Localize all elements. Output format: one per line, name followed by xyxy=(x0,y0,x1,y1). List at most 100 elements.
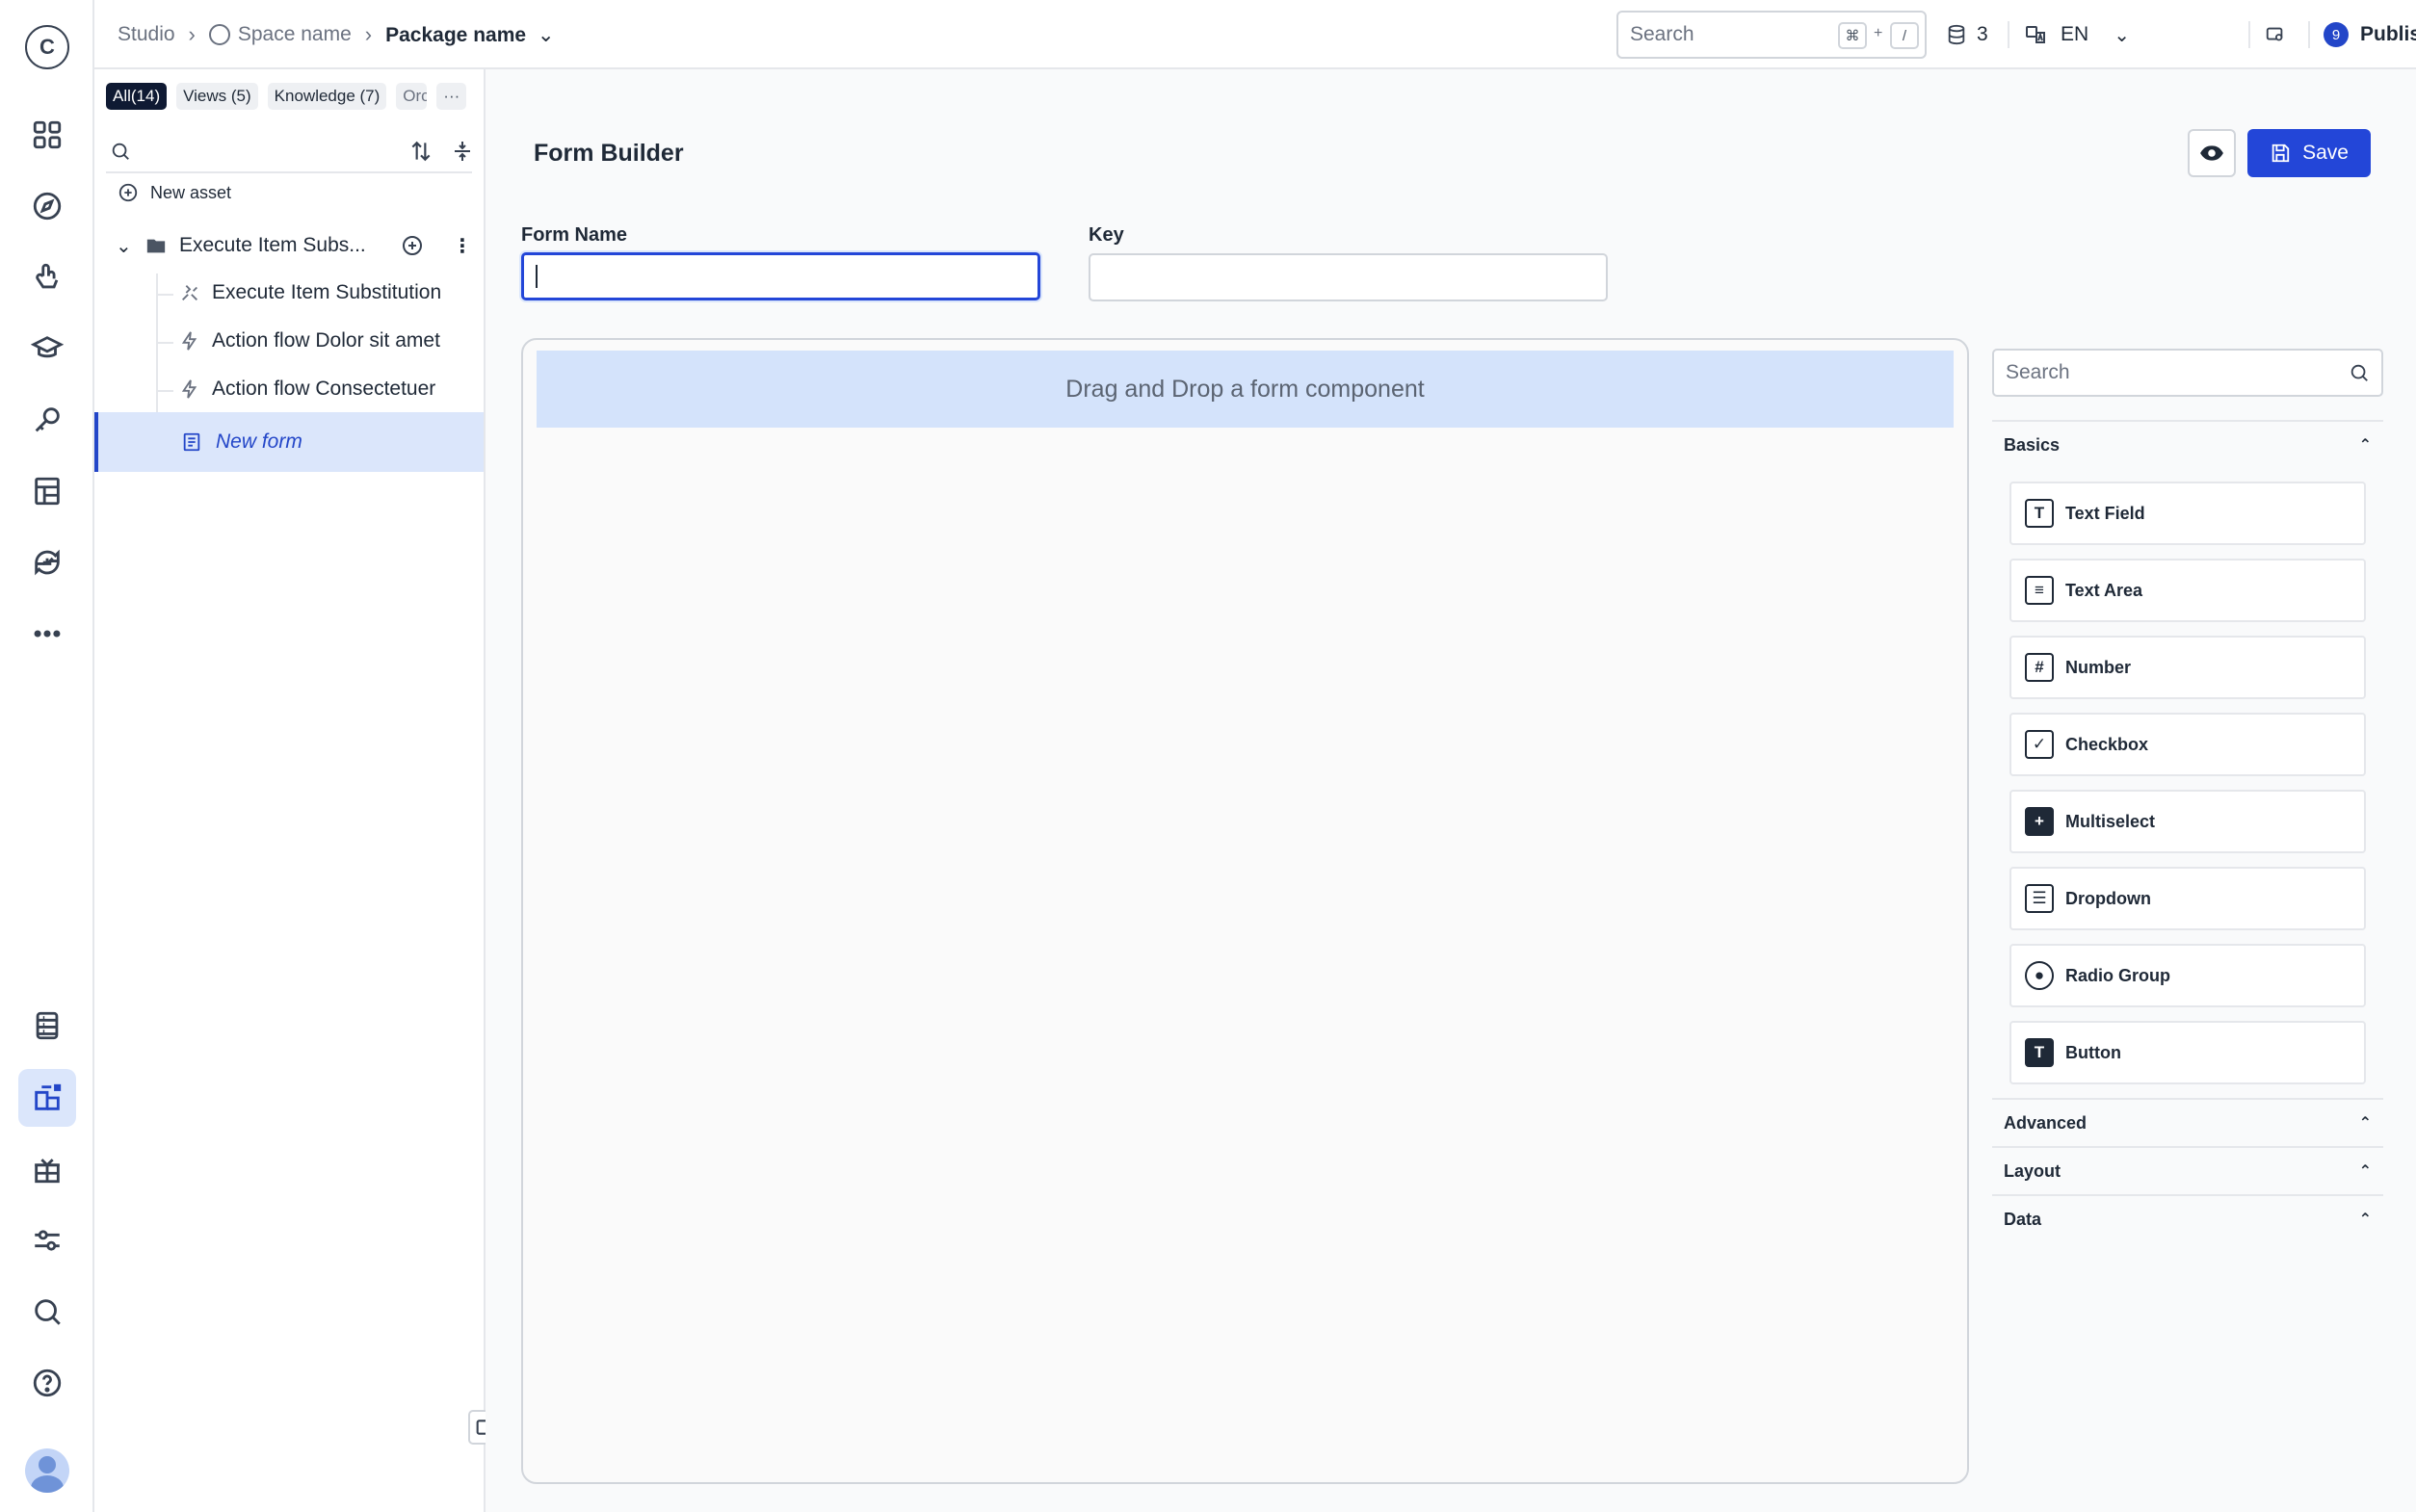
new-asset-button[interactable]: New asset xyxy=(94,169,484,216)
key-input[interactable] xyxy=(1089,253,1608,301)
form-name-input[interactable] xyxy=(521,252,1040,300)
sliders-icon xyxy=(35,1230,60,1251)
database-count: 3 xyxy=(1977,23,1988,45)
grid-icon xyxy=(33,120,62,149)
component-checkbox[interactable]: ✓ Checkbox xyxy=(2009,713,2366,776)
breadcrumb-space-label: Space name xyxy=(237,23,352,45)
rail-dashboard[interactable] xyxy=(18,106,76,164)
component-search-input[interactable]: Search xyxy=(1992,349,2383,397)
substitution-icon xyxy=(182,285,197,300)
tree-item-selected[interactable]: New form xyxy=(94,412,484,472)
component-label: Checkbox xyxy=(2065,734,2149,754)
user-avatar[interactable] xyxy=(25,1448,69,1493)
eye-icon xyxy=(2200,145,2223,161)
assets-icon xyxy=(35,1083,62,1110)
touch-icon xyxy=(36,263,59,289)
preview-button[interactable] xyxy=(2188,129,2236,177)
component-button[interactable]: T Button xyxy=(2009,1021,2366,1084)
breadcrumb-package[interactable]: Package name ⌄ xyxy=(385,23,554,47)
key-icon xyxy=(35,407,60,432)
breadcrumb-space[interactable]: Space name xyxy=(208,23,352,46)
section-data[interactable]: Data ⌃ xyxy=(1992,1194,2383,1242)
rail-more[interactable] xyxy=(18,605,76,663)
component-text-field[interactable]: T Text Field xyxy=(2009,482,2366,545)
chevron-right-icon: › xyxy=(364,22,373,46)
more-vertical-icon[interactable]: ⋮ xyxy=(453,234,472,258)
tab-knowledge[interactable]: Knowledge (7) xyxy=(267,83,387,110)
chevron-up-icon: ⌃ xyxy=(2358,1212,2372,1228)
database-count-button[interactable]: 3 xyxy=(1946,0,1988,69)
rail-interactions[interactable] xyxy=(18,248,76,306)
language-select[interactable]: EN ⌄ xyxy=(2024,0,2130,69)
tabs-more-button[interactable]: ··· xyxy=(436,83,467,110)
tree-folder[interactable]: ⌄ Execute Item Subs... ⋮ xyxy=(94,222,484,269)
button-icon: T xyxy=(2025,1038,2054,1067)
tab-orchestration[interactable]: Orc xyxy=(396,83,428,110)
chevron-up-icon: ⌃ xyxy=(2358,1163,2372,1180)
component-label: Dropdown xyxy=(2065,888,2151,908)
tree-item-label: New form xyxy=(216,430,302,453)
search-icon xyxy=(35,1299,61,1325)
lightning-icon xyxy=(181,331,197,351)
section-layout-label: Layout xyxy=(2004,1160,2061,1181)
section-basics[interactable]: Basics ⌃ xyxy=(1992,420,2383,468)
rail-learning[interactable] xyxy=(18,320,76,378)
section-basics-label: Basics xyxy=(2004,434,2061,455)
left-rail: C xyxy=(0,0,94,1512)
shortcut-slash-key: / xyxy=(1890,22,1919,49)
divider xyxy=(2248,21,2250,48)
global-search-input[interactable]: Search ⌘ + / xyxy=(1616,11,1927,59)
component-multiselect[interactable]: + Multiselect xyxy=(2009,790,2366,853)
component-dropdown[interactable]: ☰ Dropdown xyxy=(2009,867,2366,930)
rail-packages[interactable] xyxy=(18,1140,76,1198)
chevron-down-icon[interactable]: ⌄ xyxy=(116,234,135,258)
save-button[interactable]: Save xyxy=(2247,129,2371,177)
tree-item[interactable]: Execute Item Substitution xyxy=(94,270,484,316)
rail-help[interactable] xyxy=(18,1354,76,1412)
breadcrumb-studio[interactable]: Studio xyxy=(118,23,175,46)
chevron-right-icon: › xyxy=(188,22,196,46)
sort-icon[interactable] xyxy=(408,139,433,164)
collapse-all-icon[interactable] xyxy=(451,139,474,164)
component-radio-group[interactable]: ● Radio Group xyxy=(2009,944,2366,1007)
publish-button[interactable]: 9 Publish ⌄ xyxy=(2324,0,2416,69)
component-number[interactable]: # Number xyxy=(2009,636,2366,699)
component-label: Number xyxy=(2065,657,2132,677)
tree-item[interactable]: Action flow Dolor sit amet xyxy=(94,318,484,364)
component-text-area[interactable]: ≡ Text Area xyxy=(2009,559,2366,622)
publish-label: Publish xyxy=(2360,23,2416,45)
rail-settings[interactable] xyxy=(18,1212,76,1269)
search-icon[interactable] xyxy=(110,141,131,162)
rail-search[interactable] xyxy=(18,1283,76,1341)
rail-explore[interactable] xyxy=(18,177,76,235)
top-bar: Studio › Space name › Package name ⌄ Sea… xyxy=(94,0,2416,69)
preview-settings-button[interactable] xyxy=(2265,0,2286,69)
rail-database[interactable] xyxy=(18,997,76,1055)
database-icon xyxy=(36,1011,59,1040)
shortcut-cmd-key: ⌘ xyxy=(1838,22,1867,49)
compass-icon xyxy=(33,192,62,221)
tab-views[interactable]: Views (5) xyxy=(176,83,258,110)
refresh-chart-icon xyxy=(35,549,60,576)
app-logo[interactable]: C xyxy=(25,25,69,69)
component-label: Text Area xyxy=(2065,580,2143,600)
tab-all[interactable]: All(14) xyxy=(106,83,168,110)
database-stack-icon xyxy=(1948,24,1965,45)
add-circle-icon[interactable] xyxy=(401,234,424,257)
breadcrumb-package-label: Package name xyxy=(385,23,527,46)
section-advanced[interactable]: Advanced ⌃ xyxy=(1992,1098,2383,1146)
checkbox-icon: ✓ xyxy=(2025,730,2054,759)
asset-filter-row xyxy=(106,129,472,173)
form-name-label: Form Name xyxy=(521,224,628,246)
rail-keys[interactable] xyxy=(18,391,76,449)
form-canvas[interactable]: Drag and Drop a form component xyxy=(521,338,1969,1484)
radio-icon: ● xyxy=(2025,961,2054,990)
rail-layouts[interactable] xyxy=(18,462,76,520)
section-layout[interactable]: Layout ⌃ xyxy=(1992,1146,2383,1194)
tree-item[interactable]: Action flow Consectetuer xyxy=(94,366,484,412)
rail-analytics[interactable] xyxy=(18,534,76,591)
drop-zone[interactable]: Drag and Drop a form component xyxy=(537,351,1954,428)
rail-assets[interactable] xyxy=(18,1069,76,1127)
breadcrumb: Studio › Space name › Package name ⌄ xyxy=(118,0,555,69)
chevron-down-icon: ⌄ xyxy=(2114,24,2130,46)
